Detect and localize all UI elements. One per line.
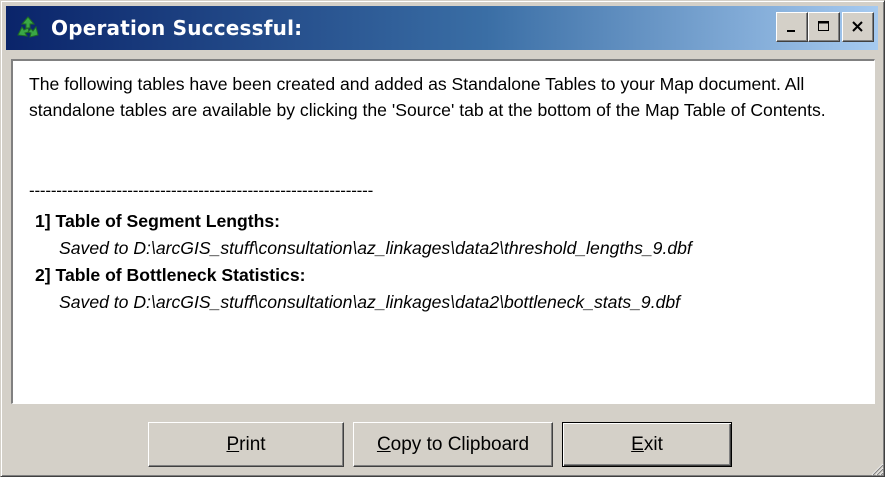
maximize-button[interactable] [808,12,840,42]
divider-line: ----------------------------------------… [29,181,374,200]
title-bar[interactable]: Operation Successful: [6,6,878,50]
message-panel: The following tables have been created a… [11,59,875,404]
copy-to-clipboard-button[interactable]: Copy to Clipboard [353,422,553,467]
size-grip-icon[interactable] [868,460,884,476]
window-controls [776,12,874,42]
dialog-window: Operation Successful: The following tabl… [0,0,885,477]
item-1-path: Saved to D:\arcGIS_stuff\consultation\az… [59,238,692,258]
close-button[interactable] [842,12,874,42]
item-2-path: Saved to D:\arcGIS_stuff\consultation\az… [59,292,681,312]
print-button[interactable]: Print [148,422,344,467]
item-1-heading: 1] Table of Segment Lengths: [35,211,281,231]
exit-button[interactable]: Exit [562,422,732,467]
window-title: Operation Successful: [51,16,303,40]
exit-label: Exit [631,433,663,455]
copy-label: Copy to Clipboard [376,433,530,455]
minimize-button[interactable] [776,12,808,42]
close-icon [852,21,863,32]
intro-text: The following tables have been created a… [29,74,826,120]
app-icon [13,13,43,43]
print-label: Print [226,433,266,455]
minimize-icon [787,30,795,32]
item-2-heading: 2] Table of Bottleneck Statistics: [35,265,306,285]
button-bar: Print Copy to Clipboard Exit [1,409,885,478]
maximize-icon [818,21,829,31]
